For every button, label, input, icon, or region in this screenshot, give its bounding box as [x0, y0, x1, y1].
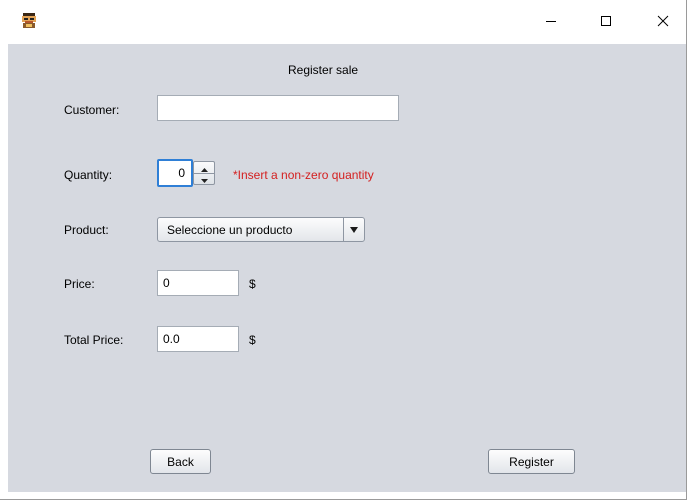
- stepper-buttons: [193, 161, 215, 185]
- close-icon: [657, 15, 669, 30]
- arrow-down-icon: [200, 172, 208, 186]
- price-label: Price:: [64, 277, 95, 291]
- minimize-icon: [545, 15, 557, 30]
- product-select[interactable]: Seleccione un producto: [157, 217, 365, 242]
- total-price-input[interactable]: [157, 326, 239, 352]
- form-title: Register sale: [288, 63, 359, 77]
- register-button[interactable]: Register: [488, 449, 575, 474]
- decrement-button[interactable]: [194, 173, 214, 184]
- maximize-button[interactable]: [583, 0, 629, 44]
- product-dropdown-button[interactable]: [343, 218, 364, 241]
- chevron-down-icon: [350, 223, 358, 237]
- quantity-label: Quantity:: [64, 168, 113, 182]
- product-selected-value: Seleccione un producto: [167, 223, 293, 237]
- maximize-icon: [600, 15, 612, 30]
- customer-input[interactable]: [157, 95, 399, 121]
- total-price-unit: $: [249, 333, 256, 347]
- app-character-icon: [21, 13, 37, 29]
- customer-label: Customer:: [64, 103, 120, 117]
- product-label: Product:: [64, 223, 109, 237]
- back-button[interactable]: Back: [150, 449, 211, 474]
- minimize-button[interactable]: [528, 0, 574, 44]
- price-unit: $: [249, 277, 256, 291]
- title-bar[interactable]: [0, 0, 686, 44]
- close-button[interactable]: [640, 0, 686, 44]
- app-window: Register sale Customer: Quantity: 0 *Ins…: [0, 0, 687, 500]
- price-input[interactable]: [157, 270, 239, 296]
- quantity-input[interactable]: 0: [157, 159, 193, 187]
- quantity-error-message: *Insert a non-zero quantity: [233, 168, 374, 182]
- total-price-label: Total Price:: [64, 333, 124, 347]
- form-panel: Register sale Customer: Quantity: 0 *Ins…: [8, 44, 686, 492]
- quantity-stepper[interactable]: 0: [157, 159, 217, 187]
